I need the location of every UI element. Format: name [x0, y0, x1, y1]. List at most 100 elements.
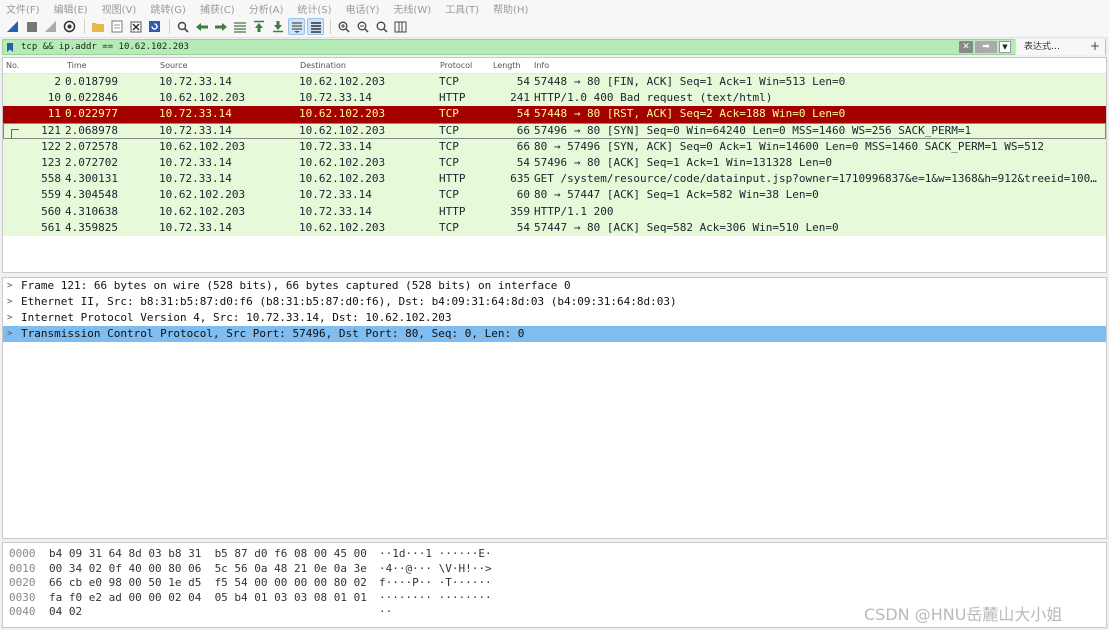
- menu-wireless[interactable]: 无线(W): [393, 1, 431, 16]
- packet-cell-len: 66: [516, 139, 530, 153]
- detail-row-ip[interactable]: > Internet Protocol Version 4, Src: 10.72…: [3, 310, 1106, 326]
- toolbar-divider: [330, 19, 331, 34]
- menu-statistics[interactable]: 统计(S): [297, 1, 331, 16]
- menu-bar: 文件(F) 编辑(E) 视图(V) 跳转(G) 捕获(C) 分析(A) 统计(S…: [0, 0, 1109, 16]
- packet-cell-len: 54: [516, 107, 530, 121]
- bytes-hex: 00 34 02 0f 40 00 80 06 5c 56 0a 48 21 0…: [49, 561, 367, 575]
- open-file-icon[interactable]: [89, 18, 106, 35]
- bytes-ascii: ·4··@··· \V·H!··>: [379, 561, 492, 575]
- packet-list-header: No. Time Source Destination Protocol Len…: [3, 58, 1106, 74]
- packet-row[interactable]: 2 0.018799 10.72.33.14 10.62.102.203 TCP 54 57…: [3, 74, 1106, 91]
- column-header-destination[interactable]: Destination: [300, 61, 346, 70]
- packet-row[interactable]: 558 4.300131 10.72.33.14 10.62.102.203 HTTP 6…: [3, 171, 1106, 188]
- menu-telephony[interactable]: 电话(Y): [346, 1, 380, 16]
- menu-capture[interactable]: 捕获(C): [200, 1, 235, 16]
- first-packet-icon[interactable]: [250, 18, 267, 35]
- bytes-offset: 0010: [9, 561, 36, 575]
- packet-cell-info: 57496 → 80 [ACK] Seq=1 Ack=1 Win=131328 …: [534, 155, 833, 169]
- packet-cell-len: 241: [510, 91, 530, 105]
- packet-row[interactable]: 121 2.068978 10.72.33.14 10.62.102.203 TCP 66…: [3, 122, 1106, 157]
- column-header-source[interactable]: Source: [160, 61, 187, 70]
- menu-analyze[interactable]: 分析(A): [249, 1, 284, 16]
- packet-cell-len: 635: [510, 172, 530, 186]
- go-back-icon[interactable]: [193, 18, 210, 35]
- bytes-row[interactable]: 0000 b4 09 31 64 8d 03 b8 31 b5 87 d0 f6 …: [3, 546, 1106, 561]
- close-file-icon[interactable]: [127, 18, 144, 35]
- packet-row[interactable]: 122 2.072578 10.62.102.203 10.72.33.14 TCP 66…: [3, 138, 1106, 155]
- packet-row[interactable]: 559 4.304548 10.62.102.203 10.72.33.14 TCP 60…: [3, 187, 1106, 204]
- bytes-row[interactable]: 0020 66 cb e0 98 00 50 1e d5 f5 54 00 00 …: [3, 575, 1106, 590]
- column-header-info[interactable]: Info: [534, 61, 549, 70]
- column-header-time[interactable]: Time: [67, 61, 87, 70]
- bytes-offset: 0040: [9, 605, 36, 618]
- chevron-right-icon[interactable]: >: [7, 278, 12, 294]
- menu-view[interactable]: 视图(V): [102, 1, 137, 16]
- column-header-protocol[interactable]: Protocol: [440, 61, 472, 70]
- packet-list-pane[interactable]: No. Time Source Destination Protocol Len…: [2, 57, 1107, 273]
- detail-row-tcp[interactable]: > Transmission Control Protocol, Src Port…: [3, 326, 1106, 342]
- chevron-down-icon[interactable]: ▼: [999, 41, 1011, 53]
- restart-capture-icon[interactable]: [42, 18, 59, 35]
- chevron-right-icon[interactable]: >: [7, 326, 12, 342]
- go-to-packet-icon[interactable]: [231, 18, 248, 35]
- expression-button[interactable]: 表达式…: [1015, 39, 1085, 55]
- menu-help[interactable]: 帮助(H): [493, 1, 528, 16]
- shark-fin-start-icon[interactable]: [4, 18, 21, 35]
- detail-row-frame[interactable]: > Frame 121: 66 bytes on wire (528 bits),…: [3, 278, 1106, 294]
- menu-tools[interactable]: 工具(T): [445, 1, 479, 16]
- resize-columns-icon[interactable]: [392, 18, 409, 35]
- toolbar-divider: [84, 19, 85, 34]
- menu-file[interactable]: 文件(F): [6, 1, 40, 16]
- packet-cell-info: GET /system/resource/code/datainput.jsp?…: [534, 172, 1097, 186]
- packet-cell-len: 60: [516, 188, 530, 202]
- menu-edit[interactable]: 编辑(E): [54, 1, 88, 16]
- packet-row[interactable]: 11 0.022977 10.72.33.14 10.62.102.203 TCP 54 5…: [3, 106, 1106, 123]
- packet-row[interactable]: 560 4.310638 10.62.102.203 10.72.33.14 HTTP 3…: [3, 203, 1106, 220]
- detail-row-ethernet[interactable]: > Ethernet II, Src: b8:31:b5:87:d0:f6 (b8…: [3, 294, 1106, 310]
- packet-row[interactable]: 123 2.072702 10.72.33.14 10.62.102.203 TCP 54…: [3, 154, 1106, 172]
- bytes-ascii: ··: [379, 605, 393, 618]
- menu-go[interactable]: 跳转(G): [150, 1, 186, 16]
- toolbar-divider: [169, 19, 170, 34]
- autoscroll-icon[interactable]: [288, 18, 305, 35]
- chevron-right-icon[interactable]: >: [7, 310, 12, 326]
- packet-cell-len: 66: [516, 123, 530, 137]
- save-file-icon[interactable]: [108, 18, 125, 35]
- bytes-ascii: ··1d···1 ······E·: [379, 547, 492, 560]
- watermark-text: CSDN @HNU岳麓山大小姐: [864, 605, 1063, 624]
- packet-cell-len: 54: [516, 220, 530, 234]
- packet-cell-info: 57448 → 80 [FIN, ACK] Seq=1 Ack=1 Win=51…: [534, 75, 846, 88]
- display-filter-input[interactable]: tcp && ip.addr == 10.62.102.203: [17, 42, 959, 52]
- stop-capture-icon[interactable]: [23, 18, 40, 35]
- colorize-icon[interactable]: [307, 18, 324, 35]
- packet-details-pane[interactable]: > Frame 121: 66 bytes on wire (528 bits),…: [2, 277, 1107, 539]
- packet-cell-len: 54: [516, 155, 530, 169]
- packet-row[interactable]: 561 4.359825 10.72.33.14 10.62.102.203 TCP 54…: [3, 219, 1106, 236]
- find-packet-icon[interactable]: [174, 18, 191, 35]
- bytes-offset: 0020: [9, 576, 36, 589]
- capture-options-icon[interactable]: [61, 18, 78, 35]
- display-filter-bar: tcp && ip.addr == 10.62.102.203 ✕ ➡ ▼ 表达…: [2, 39, 1106, 55]
- bookmark-icon[interactable]: [3, 40, 17, 54]
- packet-cell-info: 57448 → 80 [RST, ACK] Seq=2 Ack=188 Win=…: [534, 107, 846, 121]
- packet-cell-info: HTTP/1.0 400 Bad request (text/html): [534, 91, 773, 105]
- apply-filter-icon[interactable]: ➡: [975, 41, 997, 53]
- packet-cell-len: 54: [516, 75, 530, 88]
- chevron-right-icon[interactable]: >: [7, 294, 12, 310]
- reload-file-icon[interactable]: [146, 18, 163, 35]
- bytes-row[interactable]: 0010 00 34 02 0f 40 00 80 06 5c 56 0a 48 …: [3, 561, 1106, 576]
- go-forward-icon[interactable]: [212, 18, 229, 35]
- zoom-out-icon[interactable]: [354, 18, 371, 35]
- normal-size-icon[interactable]: [373, 18, 390, 35]
- clear-filter-icon[interactable]: ✕: [959, 41, 973, 53]
- bytes-hex: 66 cb e0 98 00 50 1e d5 f5 54 00 00 00 0…: [49, 576, 367, 589]
- packet-row[interactable]: 10 0.022846 10.62.102.203 10.72.33.14 HTTP 24…: [3, 90, 1106, 107]
- bytes-hex: fa f0 e2 ad 00 00 02 04 05 b4 01 03 03 0…: [49, 590, 367, 604]
- packet-cell-info: 57496 → 80 [SYN] Seq=0 Win=64240 Len=0 M…: [534, 123, 972, 137]
- column-header-no[interactable]: No.: [6, 61, 19, 70]
- add-filter-button[interactable]: +: [1085, 39, 1105, 55]
- last-packet-icon[interactable]: [269, 18, 286, 35]
- bytes-offset: 0000: [9, 547, 36, 560]
- column-header-length[interactable]: Length: [493, 61, 521, 70]
- zoom-in-icon[interactable]: [335, 18, 352, 35]
